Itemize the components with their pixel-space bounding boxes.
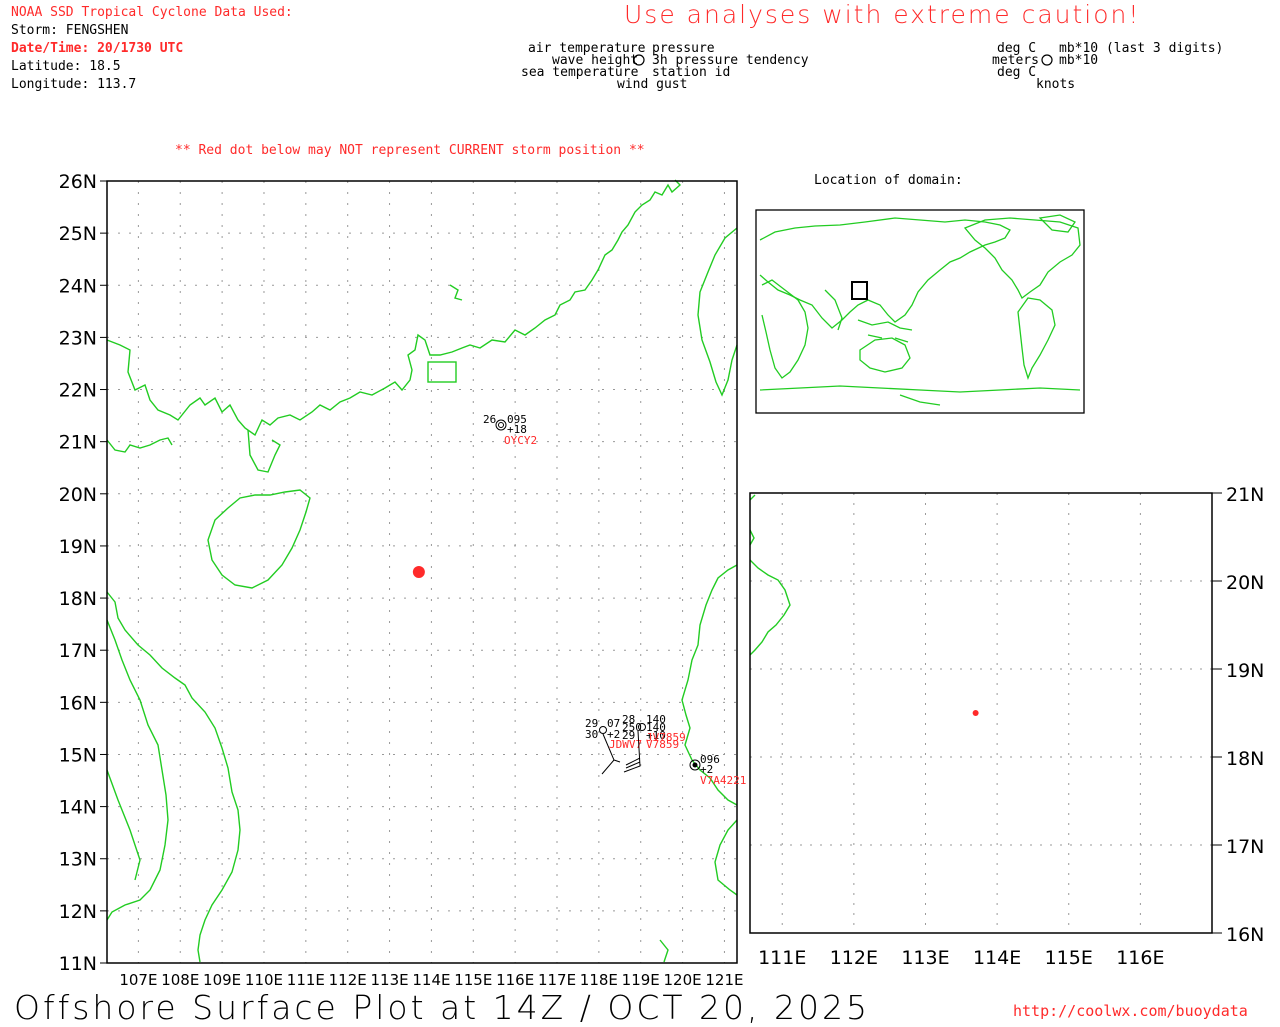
lon-label: 114E: [412, 971, 450, 989]
lon-label: 108E: [161, 971, 199, 989]
lat-label: 22N: [59, 380, 97, 402]
zoom-lon-label: 111E: [758, 947, 806, 969]
station-id: V7859: [646, 738, 679, 751]
lon-label: 113E: [371, 971, 409, 989]
lat-label: 25N: [59, 223, 97, 245]
zoom-lon-label: 112E: [830, 947, 878, 969]
zoom-lon-label: 114E: [973, 947, 1021, 969]
lon-label: 107E: [119, 971, 157, 989]
zoom-lat-label: 16N: [1226, 924, 1264, 946]
station-id: JDWV7: [609, 738, 642, 751]
zoom-lon-label: 113E: [901, 947, 949, 969]
zoom-lat-labels: 21N 20N 19N 18N 17N 16N: [1212, 484, 1264, 946]
station-oycy2[interactable]: 26 095 +18 OYCY2: [483, 413, 537, 447]
lat-label: 19N: [59, 536, 97, 558]
zoom-storm-position-dot: [972, 710, 979, 716]
zoom-map: 21N20N19N18N17N16N 111E 112E 113E 114E 115E 1…: [749, 484, 1264, 969]
station-v7a4221[interactable]: 096 +2 V7A4221: [689, 753, 746, 787]
zoom-lat-label: 19N: [1226, 660, 1264, 682]
lat-label: 24N: [59, 275, 97, 297]
zoom-lat-label: 21N: [1226, 484, 1264, 506]
lon-label: 115E: [454, 971, 492, 989]
zoom-map-grid: [750, 493, 1212, 933]
legend-unit-circle-icon: [1041, 54, 1053, 66]
lat-label: 21N: [59, 432, 97, 454]
lat-label: 23N: [59, 327, 97, 349]
lat-label: 26N: [59, 171, 97, 193]
lat-label: 17N: [59, 640, 97, 662]
lon-label: 111E: [287, 971, 325, 989]
zoom-lat-label: 20N: [1226, 572, 1264, 594]
lon-label: 118E: [580, 971, 618, 989]
lon-label: 117E: [538, 971, 576, 989]
site-url-link[interactable]: http://coolwx.com/buoydata: [1013, 1002, 1248, 1020]
lon-label: 109E: [203, 971, 241, 989]
zoom-lon-label: 115E: [1045, 947, 1093, 969]
inset-world-map: [755, 209, 1085, 414]
plot-title: Offshore Surface Plot at 14Z / OCT 20, 2…: [14, 988, 870, 1027]
lon-label: 121E: [705, 971, 743, 989]
main-lon-labels: 107E 108E 109E 110E 111E 112E 113E 114E 115E 116E…: [119, 971, 743, 989]
main-map: 26N 25N 24N 23N 22N 21N 20N 19N 18N 17N 16N 15N 14N 1…: [59, 171, 747, 989]
legend-station-circle-icon: [633, 54, 645, 66]
zoom-lat-label: 17N: [1226, 836, 1264, 858]
map-canvas: 26N 25N 24N 23N 22N 21N 20N 19N 18N 17N 16N 15N 14N 1…: [59, 54, 1264, 989]
lat-label: 16N: [59, 692, 97, 714]
station-extra-0: 30: [585, 728, 598, 741]
zoom-lon-labels: 111E 112E 113E 114E 115E 116E: [758, 947, 1164, 969]
zoom-lat-label: 18N: [1226, 748, 1264, 770]
lon-label: 112E: [329, 971, 367, 989]
station-cluster-luzon-strait[interactable]: 29 07 30 +2 28 140 250 140 29 +10 JDWV7 …: [585, 713, 686, 775]
storm-position-dot: [412, 566, 425, 578]
station-air-temp: 26: [483, 413, 496, 426]
lon-label: 116E: [496, 971, 534, 989]
lon-label: 119E: [622, 971, 660, 989]
lat-label: 15N: [59, 744, 97, 766]
lat-label: 11N: [59, 953, 97, 975]
lat-label: 14N: [59, 797, 97, 819]
lat-label: 13N: [59, 849, 97, 871]
station-id: V7A4221: [700, 774, 746, 787]
lat-label: 12N: [59, 901, 97, 923]
lon-label: 120E: [664, 971, 702, 989]
lat-label: 18N: [59, 588, 97, 610]
lon-label: 110E: [245, 971, 283, 989]
zoom-lon-label: 116E: [1116, 947, 1164, 969]
lat-label: 20N: [59, 484, 97, 506]
main-lat-labels: 26N 25N 24N 23N 22N 21N 20N 19N 18N 17N 16N 15N 14N 1…: [59, 171, 107, 975]
station-id: OYCY2: [504, 434, 537, 447]
